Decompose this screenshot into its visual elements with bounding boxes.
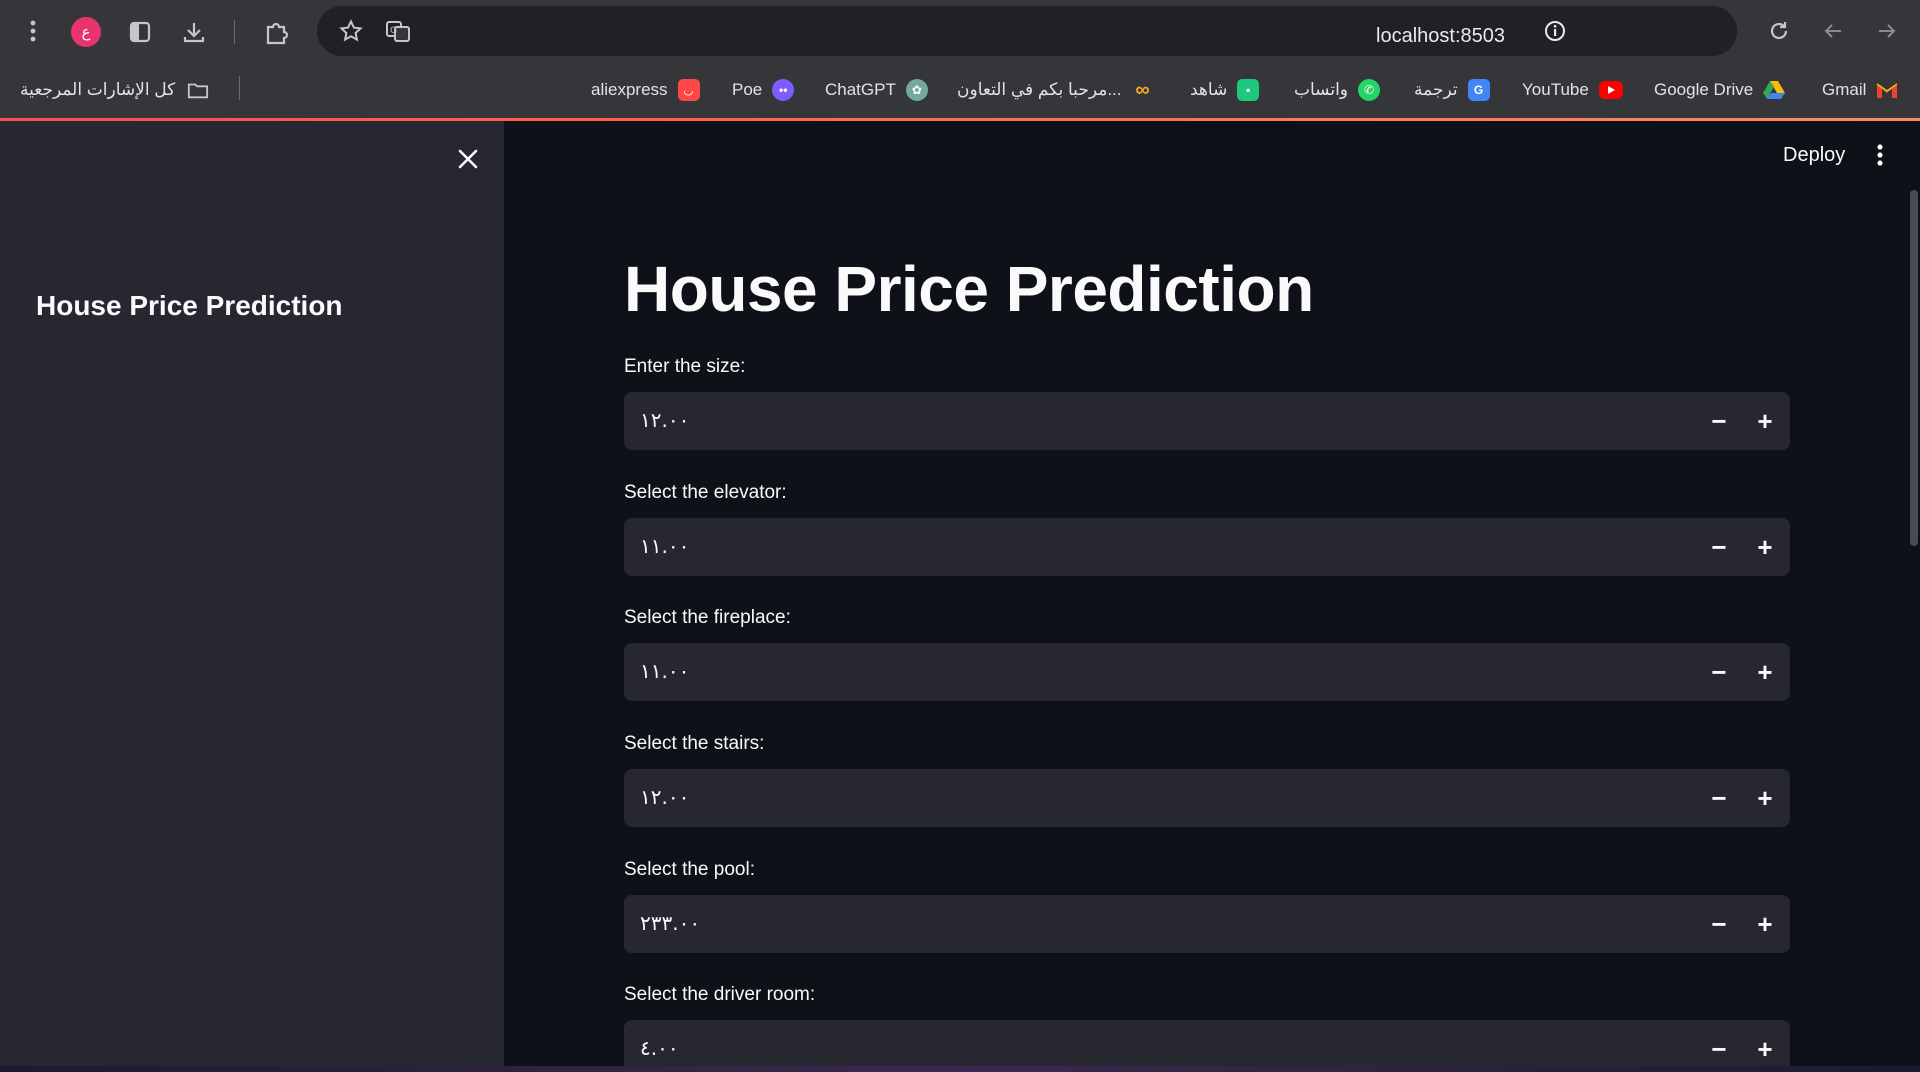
site-info-icon[interactable] <box>1543 19 1567 43</box>
bookmark-google-drive[interactable]: Google Drive <box>1654 76 1786 104</box>
bookmark-chatgpt[interactable]: ChatGPT ✿ <box>825 76 928 104</box>
poe-icon: •• <box>772 79 795 101</box>
bookmark-welcome-cooperation[interactable]: مرحبا بكم في التعاون... ∞ <box>957 76 1153 104</box>
infinity-icon: ∞ <box>1135 78 1150 101</box>
stairs-field: Select the stairs: ١٢.٠٠ − + <box>624 733 1790 827</box>
google-drive-icon <box>1763 79 1786 101</box>
bookmark-star-icon[interactable] <box>338 18 364 44</box>
size-number-input[interactable]: ١٢.٠٠ − + <box>624 392 1790 450</box>
reload-icon[interactable] <box>1766 18 1792 44</box>
bookmark-poe[interactable]: Poe •• <box>732 76 795 104</box>
whatsapp-icon: ✆ <box>1358 79 1381 101</box>
bookmark-youtube[interactable]: YouTube <box>1522 76 1623 104</box>
folder-icon <box>187 79 209 101</box>
size-field: Enter the size: ١٢.٠٠ − + <box>624 356 1790 450</box>
toolbar-divider <box>234 20 235 44</box>
bookmarks-bar: Gmail Google Drive YouTube ترجمة G واتسا… <box>0 62 1920 118</box>
bookmark-label: Poe <box>732 80 763 99</box>
field-value[interactable]: ١١.٠٠ <box>640 534 689 558</box>
bookmark-label: aliexpress <box>591 80 668 99</box>
increment-button[interactable]: + <box>1750 532 1780 562</box>
fireplace-field: Select the fireplace: ١١.٠٠ − + <box>624 607 1790 701</box>
increment-button[interactable]: + <box>1750 783 1780 813</box>
driver-room-field: Select the driver room: ٤.٠٠ − + <box>624 984 1790 1066</box>
forward-arrow-icon[interactable] <box>1874 18 1900 44</box>
taskbar-edge <box>0 1066 1920 1072</box>
profile-avatar[interactable]: ع <box>71 17 101 47</box>
svg-text:G: G <box>390 26 397 36</box>
aliexpress-icon: ◡ <box>677 79 700 101</box>
elevator-field: Select the elevator: ١١.٠٠ − + <box>624 482 1790 576</box>
sidebar-title: House Price Prediction <box>36 290 343 321</box>
pool-number-input[interactable]: ٢٣٣.٠٠ − + <box>624 895 1790 953</box>
bookmark-label: Google Drive <box>1654 80 1754 99</box>
shahid-icon: ▪ <box>1237 79 1260 101</box>
translate-icon: G <box>1467 79 1490 101</box>
field-value[interactable]: ٤.٠٠ <box>640 1036 679 1060</box>
increment-button[interactable]: + <box>1750 657 1780 687</box>
increment-button[interactable]: + <box>1750 909 1780 939</box>
bookmark-gmail[interactable]: Gmail <box>1822 76 1898 104</box>
field-value[interactable]: ١٢.٠٠ <box>640 785 689 809</box>
bookmark-whatsapp[interactable]: واتساب ✆ <box>1294 76 1381 104</box>
field-label: Select the elevator: <box>624 482 787 503</box>
deploy-button[interactable]: Deploy <box>1783 144 1845 167</box>
field-label: Select the fireplace: <box>624 607 791 628</box>
bookmark-label: YouTube <box>1522 80 1589 99</box>
field-label: Select the driver room: <box>624 984 816 1005</box>
all-bookmarks-folder[interactable]: كل الإشارات المرجعية <box>20 76 209 104</box>
side-panel-icon[interactable] <box>128 20 152 44</box>
field-value[interactable]: ١١.٠٠ <box>640 659 689 683</box>
main-menu-icon[interactable] <box>1876 143 1888 169</box>
bookmarks-divider <box>239 76 240 100</box>
all-bookmarks-label: كل الإشارات المرجعية <box>20 80 176 99</box>
gmail-icon <box>1876 79 1898 101</box>
extensions-icon[interactable] <box>262 17 292 47</box>
decrement-button[interactable]: − <box>1704 532 1734 562</box>
youtube-icon <box>1598 81 1623 99</box>
url-text[interactable]: localhost:8503 <box>1376 25 1505 48</box>
decrement-button[interactable]: − <box>1704 657 1734 687</box>
address-bar[interactable]: G localhost:8503 <box>317 6 1737 56</box>
sidebar <box>0 121 504 1066</box>
back-arrow-icon[interactable] <box>1820 18 1846 44</box>
field-label: Enter the size: <box>624 356 746 377</box>
bookmark-translate[interactable]: ترجمة G <box>1414 76 1490 104</box>
browser-menu-icon[interactable] <box>22 18 44 44</box>
decrement-button[interactable]: − <box>1704 783 1734 813</box>
increment-button[interactable]: + <box>1750 1034 1780 1064</box>
bookmark-label: ترجمة <box>1414 80 1458 99</box>
bookmark-label: ChatGPT <box>825 80 896 99</box>
fireplace-number-input[interactable]: ١١.٠٠ − + <box>624 643 1790 701</box>
browser-toolbar: ع G localhost:8503 <box>0 0 1920 62</box>
bookmark-label: شاهد <box>1190 80 1228 99</box>
increment-button[interactable]: + <box>1750 406 1780 436</box>
decrement-button[interactable]: − <box>1704 909 1734 939</box>
bookmark-label: واتساب <box>1294 80 1349 99</box>
elevator-number-input[interactable]: ١١.٠٠ − + <box>624 518 1790 576</box>
translate-page-icon[interactable]: G <box>384 18 412 44</box>
close-sidebar-icon[interactable] <box>454 145 482 173</box>
scrollbar[interactable] <box>1910 190 1918 546</box>
decrement-button[interactable]: − <box>1704 406 1734 436</box>
driver-room-number-input[interactable]: ٤.٠٠ − + <box>624 1020 1790 1066</box>
chatgpt-icon: ✿ <box>905 79 928 101</box>
decrement-button[interactable]: − <box>1704 1034 1734 1064</box>
bookmark-label: Gmail <box>1822 80 1867 99</box>
field-value[interactable]: ٢٣٣.٠٠ <box>640 911 700 935</box>
bookmark-aliexpress[interactable]: aliexpress ◡ <box>591 76 700 104</box>
field-label: Select the pool: <box>624 859 755 880</box>
field-label: Select the stairs: <box>624 733 765 754</box>
download-icon[interactable] <box>180 18 208 46</box>
stairs-number-input[interactable]: ١٢.٠٠ − + <box>624 769 1790 827</box>
bookmark-label: مرحبا بكم في التعاون... <box>957 80 1122 99</box>
bookmark-shahid[interactable]: شاهد ▪ <box>1190 76 1260 104</box>
field-value[interactable]: ١٢.٠٠ <box>640 408 689 432</box>
page-title: House Price Prediction <box>624 253 1314 325</box>
pool-field: Select the pool: ٢٣٣.٠٠ − + <box>624 859 1790 953</box>
